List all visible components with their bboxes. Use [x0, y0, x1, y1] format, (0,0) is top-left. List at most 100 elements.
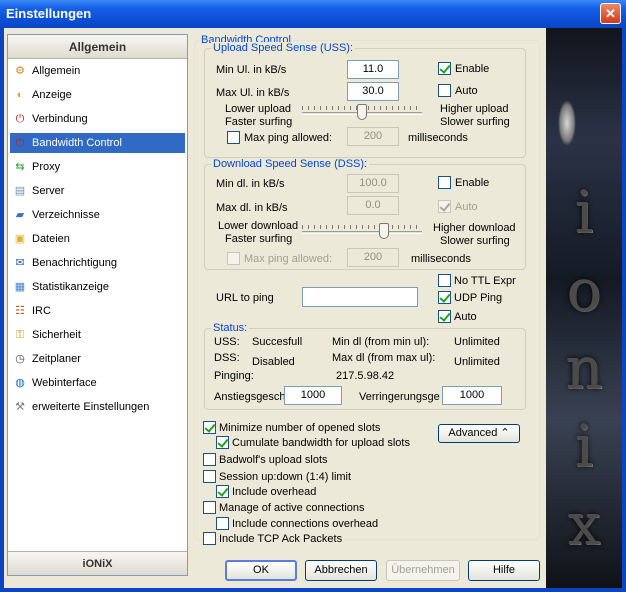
- banner-letter: i: [574, 178, 594, 246]
- ping-auto-label: Auto: [454, 311, 477, 323]
- advanced-button[interactable]: Advanced ⌃: [438, 424, 520, 443]
- lock-icon: ⚿: [15, 329, 25, 341]
- folder-icon: ▰: [15, 209, 25, 221]
- session-limit-label: Session up:down (1:4) limit: [219, 471, 352, 483]
- sidebar-item[interactable]: ⇆ Proxy: [10, 157, 185, 177]
- uss-slider-thumb[interactable]: [357, 104, 367, 120]
- uss-ping-unit: milliseconds: [408, 132, 468, 144]
- udp-ping-label: UDP Ping: [454, 292, 503, 304]
- badwolf-slots-checkbox[interactable]: [203, 453, 216, 466]
- proxy-icon: ⇆: [15, 161, 25, 173]
- status-uss-label: USS:: [214, 336, 240, 348]
- sidebar-item-label: erweiterte Einstellungen: [32, 401, 150, 413]
- dss-max-ping-input[interactable]: 200: [347, 248, 399, 267]
- advanced-button-label: Advanced: [448, 427, 498, 439]
- sidebar-item[interactable]: ☷ IRC: [10, 301, 185, 321]
- cumulate-bandwidth-checkbox[interactable]: [216, 436, 229, 449]
- sidebar-item-label: Verzeichnisse: [32, 209, 100, 221]
- apply-button[interactable]: Übernehmen: [386, 560, 460, 581]
- dss-auto-label: Auto: [455, 201, 478, 213]
- statistics-icon: ▦: [14, 281, 26, 293]
- dss-title: Download Speed Sense (DSS):: [211, 158, 370, 170]
- rise-speed-label: Anstiegsgesch: [214, 391, 286, 403]
- status-max-dl-value: Unlimited: [454, 356, 500, 368]
- minimize-slots-checkbox[interactable]: [203, 421, 216, 434]
- banner-letter: n: [565, 334, 603, 402]
- wrench-icon: ⚒: [15, 401, 25, 413]
- dss-max-input[interactable]: 0.0: [347, 196, 399, 215]
- uss-enable-checkbox[interactable]: [438, 62, 451, 75]
- uss-max-input[interactable]: 30.0: [347, 82, 399, 101]
- dss-enable-label: Enable: [455, 177, 490, 189]
- udp-ping-checkbox[interactable]: [438, 291, 451, 304]
- sidebar-item[interactable]: ◐ Anzeige: [10, 85, 185, 105]
- dss-max-ping-checkbox[interactable]: [227, 252, 240, 265]
- dss-min-input[interactable]: 100.0: [347, 174, 399, 193]
- ping-auto-checkbox[interactable]: [438, 310, 451, 323]
- uss-auto-label: Auto: [455, 85, 478, 97]
- server-icon: ▤: [14, 185, 26, 197]
- sidebar-item[interactable]: ◍ Webinterface: [10, 373, 185, 393]
- url-to-ping-input[interactable]: [302, 287, 418, 307]
- status-pinging-value: 217.5.98.42: [336, 370, 395, 382]
- sidebar-item[interactable]: ⚙ Allgemein: [10, 61, 185, 81]
- dss-ping-unit: milliseconds: [411, 253, 471, 265]
- sidebar-item[interactable]: ▰ Verzeichnisse: [10, 205, 185, 225]
- help-button[interactable]: Hilfe: [468, 560, 540, 581]
- include-overhead-label: Include overhead: [232, 486, 317, 498]
- sidebar-item[interactable]: ▦ Statistikanzeige: [10, 277, 185, 297]
- manage-connections-checkbox[interactable]: [203, 501, 216, 514]
- include-tcp-ack-checkbox[interactable]: [203, 532, 216, 545]
- uss-max-ping-input[interactable]: 200: [347, 127, 399, 146]
- dss-enable-checkbox[interactable]: [438, 176, 451, 189]
- sidebar-item[interactable]: ⏻ Verbindung: [10, 109, 185, 129]
- dss-slider-track[interactable]: [302, 231, 422, 234]
- rise-speed-input[interactable]: 1000: [284, 386, 342, 405]
- include-overhead-checkbox[interactable]: [216, 485, 229, 498]
- sidebar-item-label: Statistikanzeige: [32, 281, 110, 293]
- palette-icon: ◐: [16, 89, 24, 101]
- sidebar-item-label: Bandwidth Control: [32, 137, 122, 149]
- uss-auto-checkbox[interactable]: [438, 84, 451, 97]
- cancel-button[interactable]: Abbrechen: [305, 560, 377, 581]
- chevron-up-icon: ⌃: [500, 427, 510, 439]
- status-dss-value: Disabled: [252, 356, 295, 368]
- dss-slider-thumb[interactable]: [379, 223, 389, 239]
- uss-min-input[interactable]: 11.0: [347, 60, 399, 79]
- close-button[interactable]: ✕: [600, 3, 621, 24]
- sidebar-item[interactable]: ⏻ Bandwidth Control: [10, 133, 185, 153]
- sidebar-item[interactable]: ✉ Benachrichtigung: [10, 253, 185, 273]
- banner-figure: [558, 100, 576, 146]
- window-frame-right: [622, 28, 626, 592]
- minimize-slots-label: Minimize number of opened slots: [219, 422, 381, 434]
- sidebar-item[interactable]: ⚒ erweiterte Einstellungen: [10, 397, 185, 417]
- sidebar-header: Allgemein: [8, 35, 187, 59]
- window-titlebar[interactable]: Einstellungen ✕: [0, 0, 626, 28]
- status-dss-label: DSS:: [214, 352, 240, 364]
- uss-slower-label: Slower surfing: [440, 116, 510, 128]
- include-connections-overhead-checkbox[interactable]: [216, 517, 229, 530]
- sidebar-item-label: Verbindung: [32, 113, 88, 125]
- dss-auto-checkbox[interactable]: [438, 200, 451, 213]
- sidebar-item-label: Zeitplaner: [32, 353, 81, 365]
- no-ttl-checkbox[interactable]: [438, 274, 451, 287]
- sidebar-item-label: Server: [32, 185, 65, 197]
- status-pinging-label: Pinging:: [214, 370, 254, 382]
- sidebar-item-label: Dateien: [32, 233, 70, 245]
- window-frame-left: [0, 28, 4, 592]
- irc-icon: ☷: [15, 305, 25, 317]
- sidebar-item[interactable]: ⚿ Sicherheit: [10, 325, 185, 345]
- dss-slider-ticks: [302, 225, 422, 229]
- fall-speed-input[interactable]: 1000: [442, 386, 502, 405]
- globe-icon: ◍: [15, 377, 25, 389]
- status-max-dl-label: Max dl (from max ul):: [332, 352, 436, 364]
- sidebar-item[interactable]: ◷ Zeitplaner: [10, 349, 185, 369]
- uss-higher-label: Higher upload: [440, 103, 509, 115]
- session-limit-checkbox[interactable]: [203, 470, 216, 483]
- uss-max-ping-checkbox[interactable]: [227, 131, 240, 144]
- sidebar-item[interactable]: ▤ Server: [10, 181, 185, 201]
- gear-icon: ⚙: [15, 65, 25, 77]
- ok-button[interactable]: OK: [225, 560, 297, 581]
- sidebar-item[interactable]: ▣ Dateien: [10, 229, 185, 249]
- dss-faster-label: Faster surfing: [225, 233, 293, 245]
